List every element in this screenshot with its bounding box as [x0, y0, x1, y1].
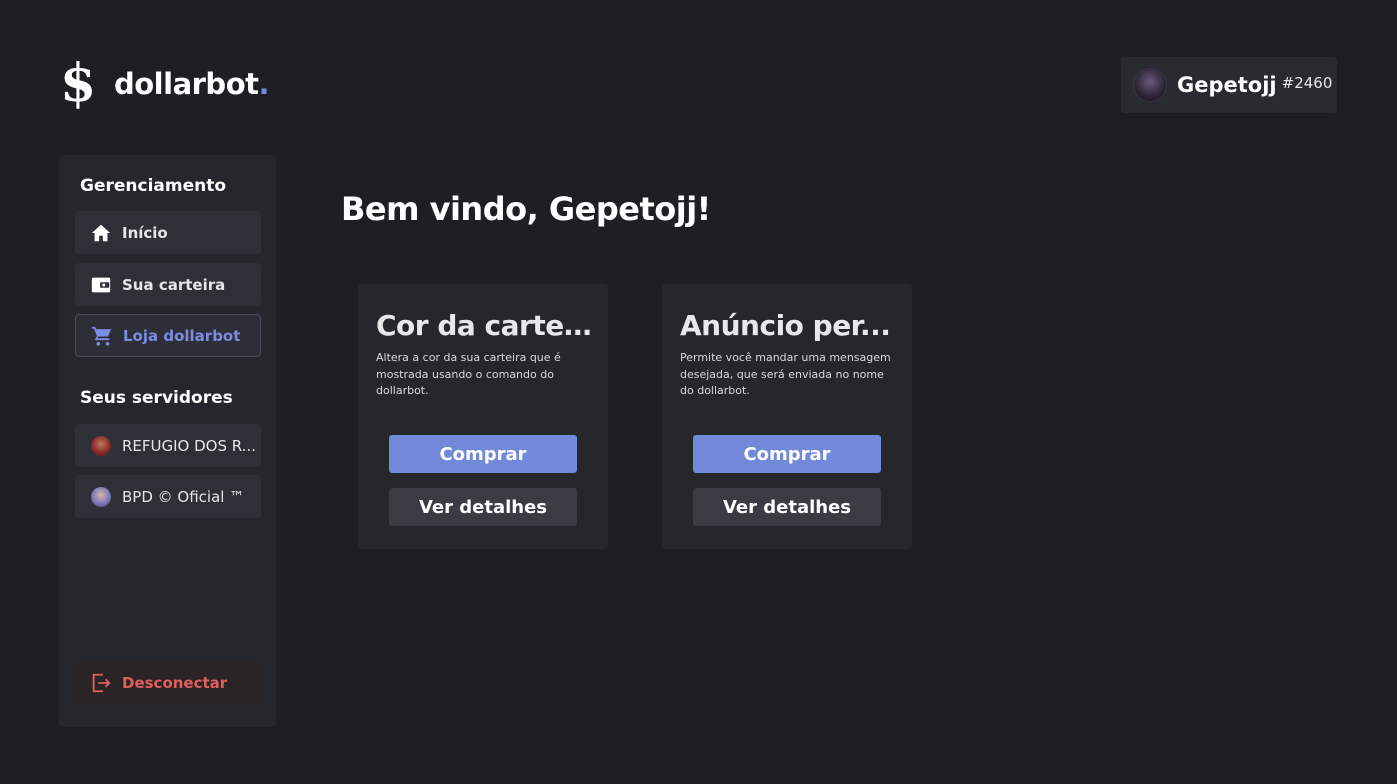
sidebar: Gerenciamento Início Sua carteira Loja d… [59, 155, 276, 727]
sidebar-item-carteira[interactable]: Sua carteira [75, 263, 261, 306]
shop-card: Cor da cartei... Altera a cor da sua car… [358, 284, 608, 549]
sidebar-item-server-refugio[interactable]: REFUGIO DOS R... [75, 424, 261, 467]
shop-card: Anúncio per... Permite você mandar uma m… [662, 284, 912, 549]
buy-button[interactable]: Comprar [389, 435, 577, 473]
brand-logo[interactable]: $ dollarbot. [60, 58, 269, 110]
wallet-icon [89, 273, 113, 297]
sidebar-item-label: Início [122, 223, 168, 242]
management-heading: Gerenciamento [80, 176, 227, 196]
sidebar-item-label: BPD © Oficial ™ [122, 487, 245, 506]
sidebar-item-server-bpd[interactable]: BPD © Oficial ™ [75, 475, 261, 518]
sidebar-item-label: Sua carteira [122, 275, 226, 294]
user-name: Gepetojj [1177, 73, 1277, 97]
user-tag: #2460 [1281, 74, 1333, 92]
sidebar-item-label: REFUGIO DOS R... [122, 436, 256, 455]
card-title: Anúncio per... [680, 309, 891, 342]
user-avatar [1133, 68, 1167, 102]
logout-icon [89, 671, 113, 695]
page-title: Bem vindo, Gepetojj! [341, 190, 711, 228]
cart-icon [90, 324, 114, 348]
dollar-logo-icon: $ [60, 53, 97, 114]
details-button[interactable]: Ver detalhes [389, 488, 577, 526]
buy-button[interactable]: Comprar [693, 435, 881, 473]
details-button[interactable]: Ver detalhes [693, 488, 881, 526]
sidebar-item-label: Loja dollarbot [123, 326, 241, 345]
sidebar-item-inicio[interactable]: Início [75, 211, 261, 254]
card-title: Cor da cartei... [376, 309, 594, 342]
server-avatar [89, 434, 113, 458]
servers-heading: Seus servidores [80, 388, 233, 408]
card-description: Permite você mandar uma mensagem desejad… [680, 351, 891, 397]
logout-button[interactable]: Desconectar [75, 661, 261, 704]
brand-dot: . [258, 67, 270, 101]
brand-name: dollarbot. [114, 67, 270, 101]
card-description: Altera a cor da sua carteira que é mostr… [376, 351, 561, 397]
home-icon [89, 221, 113, 245]
server-avatar [89, 485, 113, 509]
user-profile-chip[interactable]: Gepetojj #2460 [1121, 57, 1337, 113]
logout-label: Desconectar [122, 673, 228, 692]
sidebar-item-loja[interactable]: Loja dollarbot [75, 314, 261, 357]
